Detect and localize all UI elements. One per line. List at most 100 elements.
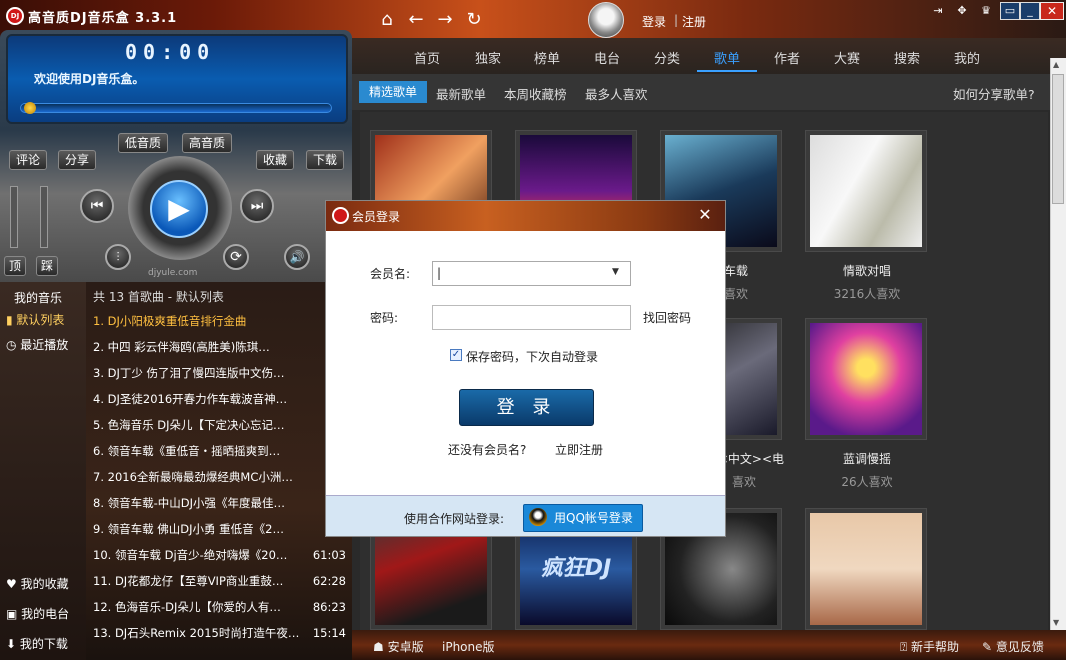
volume-icon[interactable]: 🔊 — [284, 244, 310, 270]
tab-1[interactable]: 独家 — [475, 48, 501, 67]
song-row[interactable]: 8. 领音车载-中山DJ小强《年度最佳…63 — [86, 490, 352, 516]
card-4-label: 情歌对唱 — [842, 264, 891, 278]
back-arrow-icon[interactable]: ← — [405, 10, 427, 30]
tab-4[interactable]: 分类 — [654, 48, 680, 67]
tab-most-liked[interactable]: 最多人喜欢 — [585, 84, 648, 103]
card-4[interactable] — [805, 130, 927, 252]
volume-slider-left[interactable] — [10, 186, 18, 248]
forward-arrow-icon[interactable]: → — [434, 10, 456, 30]
sidebar-item-radio[interactable]: ▣ 我的电台 — [0, 602, 86, 626]
tab-2[interactable]: 榜单 — [534, 48, 560, 67]
song-row[interactable]: 5. 色海音乐 DJ朵儿【下定决心忘记…73 — [86, 412, 352, 438]
help-link[interactable]: ⍰ 新手帮助 — [900, 638, 959, 655]
next-icon[interactable]: ⏭ — [240, 189, 274, 223]
tab-0[interactable]: 首页 — [414, 48, 440, 67]
song-duration: 61:03 — [312, 548, 346, 562]
play-icon[interactable]: ▶ — [150, 180, 208, 238]
tab-7[interactable]: 大赛 — [834, 48, 860, 67]
sidebar-item-default-list[interactable]: ▮ 默认列表 — [0, 308, 86, 332]
title-separator: | — [674, 13, 679, 27]
song-row[interactable]: 2. 中四 彩云伴海鸥(高胜美)陈琪…07 — [86, 334, 352, 360]
top-button[interactable]: 顶 — [4, 256, 27, 276]
song-row[interactable]: 4. DJ圣徒2016开春力作车载波音神…12 — [86, 386, 352, 412]
register-link[interactable]: 注册 — [682, 13, 706, 30]
card-12[interactable] — [805, 508, 927, 630]
partner-login-label: 使用合作网站登录: — [404, 512, 505, 526]
iphone-link[interactable]: iPhone版 — [442, 638, 495, 655]
register-now-link[interactable]: 立即注册 — [555, 441, 603, 458]
song-row[interactable]: 9. 领音车载 佛山DJ小勇 重低音《2…68 — [86, 516, 352, 542]
scroll-thumb[interactable] — [1052, 74, 1064, 204]
refresh-icon[interactable]: ↻ — [463, 10, 485, 30]
skin-icon[interactable]: ♛ — [976, 3, 996, 20]
card-4-count: 3216人喜欢 — [833, 287, 901, 301]
tab-weekly[interactable]: 本周收藏榜 — [504, 84, 567, 103]
tab-3[interactable]: 电台 — [594, 48, 620, 67]
user-avatar[interactable] — [588, 2, 624, 38]
login-link[interactable]: 登录 — [642, 13, 666, 30]
tab-9[interactable]: 我的 — [954, 48, 980, 67]
app-logo: DJ — [6, 7, 24, 25]
song-row[interactable]: 11. DJ花都龙仔【至尊VIP商业重鼓… 62:28 — [86, 568, 352, 594]
song-row[interactable]: 13. DJ石头Remix 2015时尚打造午夜… 15:14 — [86, 620, 352, 646]
scroll-down-icon[interactable]: ▼ — [1053, 618, 1059, 627]
card-thumb — [810, 513, 922, 625]
song-title: 7. 2016全新最嗨最劲爆经典MC小洲… — [93, 470, 293, 484]
share-button[interactable]: 分享 — [58, 150, 97, 170]
close-window-button[interactable]: ✕ — [1040, 2, 1064, 20]
download-button[interactable]: 下载 — [306, 150, 345, 170]
username-label: 会员名: — [370, 267, 411, 281]
share-help-link[interactable]: 如何分享歌单? — [953, 84, 1035, 103]
app-title: 高音质DJ音乐盒 3.3.1 — [28, 11, 178, 26]
volume-slider-right[interactable] — [40, 186, 48, 248]
tab-featured[interactable]: 精选歌单 — [359, 81, 427, 103]
tab-8[interactable]: 搜索 — [894, 48, 920, 67]
sidebar-item-recent[interactable]: ◷ 最近播放 — [0, 333, 86, 357]
high-quality-button[interactable]: 高音质 — [182, 133, 233, 153]
feedback-link[interactable]: ✎ 意见反馈 — [982, 638, 1044, 655]
mini-window-button[interactable]: ▭ — [1000, 2, 1020, 20]
song-row[interactable]: 7. 2016全新最嗨最劲爆经典MC小洲…61 — [86, 464, 352, 490]
card-8-label: 蓝调慢摇 — [842, 452, 891, 466]
comment-button[interactable]: 评论 — [9, 150, 48, 170]
favorite-button[interactable]: 收藏 — [256, 150, 295, 170]
home-icon[interactable]: ⌂ — [376, 10, 398, 30]
tab-6[interactable]: 作者 — [774, 48, 800, 67]
progress-knob[interactable] — [24, 102, 36, 114]
song-row[interactable]: 6. 领音车载《重低音・摇晒摇爽到…61 — [86, 438, 352, 464]
deep-button[interactable]: 踩 — [36, 256, 59, 276]
repeat-icon[interactable]: ⟳ — [223, 244, 249, 270]
song-row[interactable]: 12. 色海音乐-DJ朵儿【你爱的人有… 86:23 — [86, 594, 352, 620]
low-quality-button[interactable]: 低音质 — [118, 133, 169, 153]
sidebar-item-downloads[interactable]: ⬇ 我的下载 — [0, 632, 86, 656]
login-dialog: 会员登录 ✕ 会员名: | ▼ 密码: 找回密码 ✓ 保存密码，下次自动登录 登… — [325, 200, 726, 537]
song-title: 4. DJ圣徒2016开春力作车载波音神… — [93, 392, 288, 406]
username-input[interactable]: | — [432, 261, 631, 286]
dialog-close-icon[interactable]: ✕ — [690, 205, 720, 225]
tab-newest[interactable]: 最新歌单 — [436, 84, 486, 103]
scroll-up-icon[interactable]: ▲ — [1053, 60, 1059, 69]
login-button[interactable]: 登 录 — [459, 389, 594, 426]
heart-icon: ♥ — [6, 577, 21, 591]
card-8[interactable] — [805, 318, 927, 440]
download-icon: ⬇ — [6, 637, 20, 651]
password-input[interactable] — [432, 305, 631, 330]
settings-icon[interactable]: ✥ — [952, 3, 972, 20]
minimize-button[interactable]: _ — [1020, 2, 1040, 20]
song-duration: 86:23 — [312, 600, 346, 614]
mini-mode-icon[interactable]: ⇥ — [928, 3, 948, 20]
sidebar-item-favorites[interactable]: ♥ 我的收藏 — [0, 572, 86, 596]
song-row[interactable]: 3. DJ丁少 伤了泪了慢四连版中文伤…73 — [86, 360, 352, 386]
bars-icon: ▮ — [6, 313, 17, 327]
forgot-password-link[interactable]: 找回密码 — [643, 309, 691, 326]
remember-checkbox[interactable]: ✓ — [450, 349, 462, 361]
progress-bar[interactable] — [20, 103, 332, 113]
dropdown-arrow-icon[interactable]: ▼ — [612, 267, 619, 277]
equalizer-icon[interactable]: ⫶ — [105, 244, 131, 270]
android-link[interactable]: ☗ 安卓版 — [373, 638, 424, 655]
song-row[interactable]: 1. DJ小阳极爽重低音排行金曲56 — [86, 308, 352, 334]
previous-icon[interactable]: ⏮ — [80, 189, 114, 223]
tab-5[interactable]: 歌单 — [714, 48, 740, 67]
no-account-text: 还没有会员名? — [448, 443, 527, 457]
song-row[interactable]: 10. 领音车载 Dj音少-绝对嗨爆《20… 61:03 — [86, 542, 352, 568]
